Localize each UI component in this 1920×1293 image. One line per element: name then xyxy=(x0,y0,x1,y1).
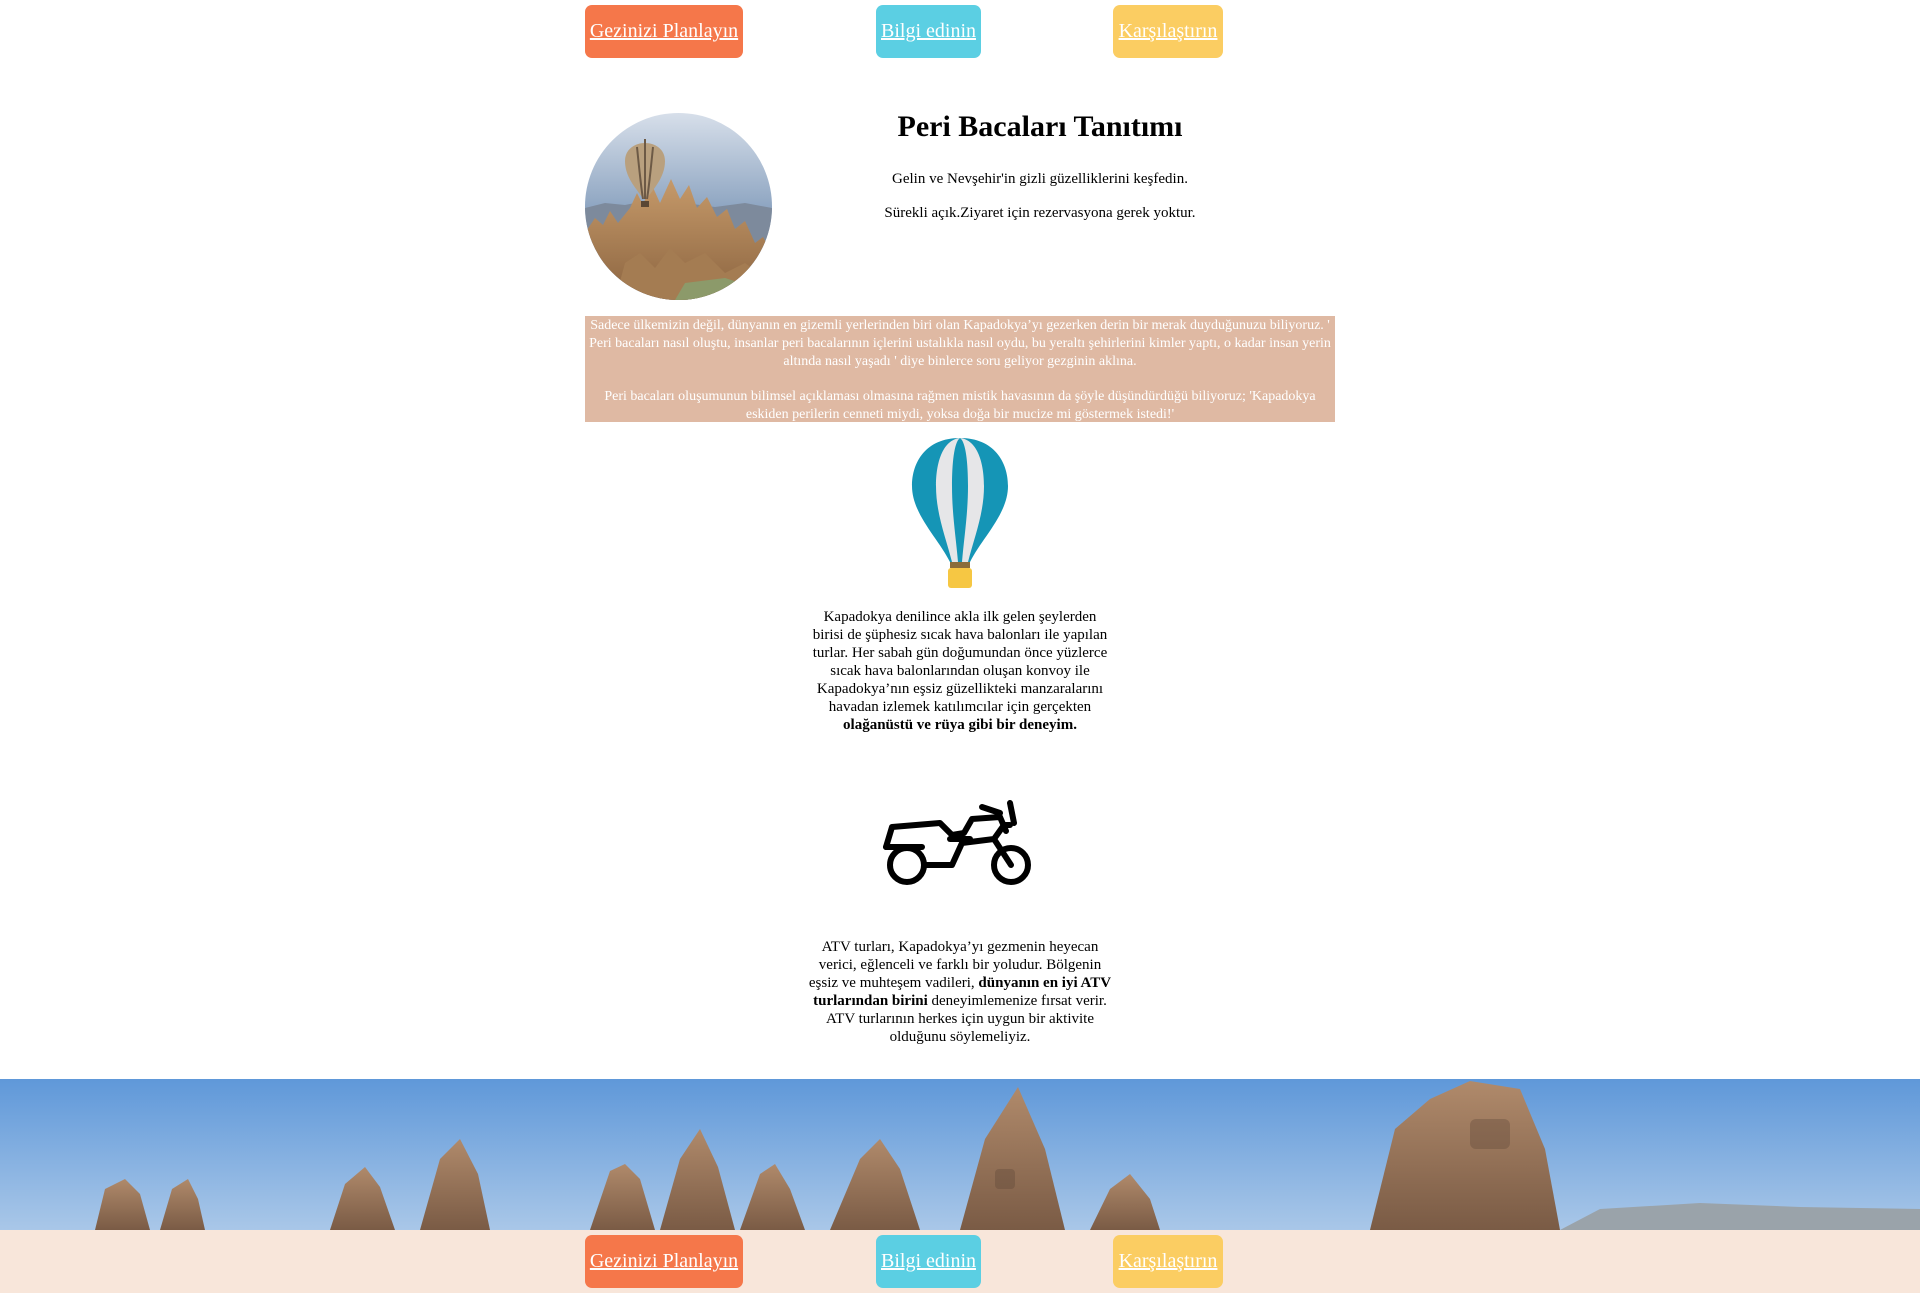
balloon-tour-description: Kapadokya denilince akla ilk gelen şeyle… xyxy=(807,608,1113,734)
intro-paragraph-1: Sadece ülkemizin değil, dünyanın en gize… xyxy=(589,318,1331,369)
atv-tour-description: ATV turları, Kapadokya’yı gezmenin heyec… xyxy=(807,938,1113,1046)
page-title: Peri Bacaları Tanıtımı xyxy=(897,110,1183,143)
compare-button[interactable]: Karşılaştırın xyxy=(1113,5,1223,58)
hero-subtitle-2: Sürekli açık.Ziyaret için rezervasyona g… xyxy=(884,205,1196,221)
hot-air-balloon-icon xyxy=(908,434,1012,590)
learn-more-button[interactable]: Bilgi edinin xyxy=(876,5,981,58)
plan-trip-button-footer[interactable]: Gezinizi Planlayın xyxy=(585,1235,743,1288)
top-nav: Gezinizi Planlayın Bilgi edinin Karşılaş… xyxy=(0,0,1920,60)
atv-icon xyxy=(882,795,1036,890)
compare-button-footer[interactable]: Karşılaştırın xyxy=(1113,1235,1223,1288)
hero-fairy-chimneys-image xyxy=(585,113,772,300)
learn-more-button-footer[interactable]: Bilgi edinin xyxy=(876,1235,981,1288)
hero-subtitle-1: Gelin ve Nevşehir'in gizli güzelliklerin… xyxy=(892,171,1188,187)
intro-section: Sadece ülkemizin değil, dünyanın en gize… xyxy=(585,316,1335,422)
bottom-nav: Gezinizi Planlayın Bilgi edinin Karşılaş… xyxy=(0,1230,1920,1293)
balloon-text: Kapadokya denilince akla ilk gelen şeyle… xyxy=(812,609,1108,715)
cappadocia-landscape-banner xyxy=(0,1079,1920,1230)
intro-paragraph-2: Peri bacaları oluşumunun bilimsel açıkla… xyxy=(604,389,1316,422)
plan-trip-button[interactable]: Gezinizi Planlayın xyxy=(585,5,743,58)
balloon-text-bold: olağanüstü ve rüya gibi bir deneyim. xyxy=(843,717,1077,733)
